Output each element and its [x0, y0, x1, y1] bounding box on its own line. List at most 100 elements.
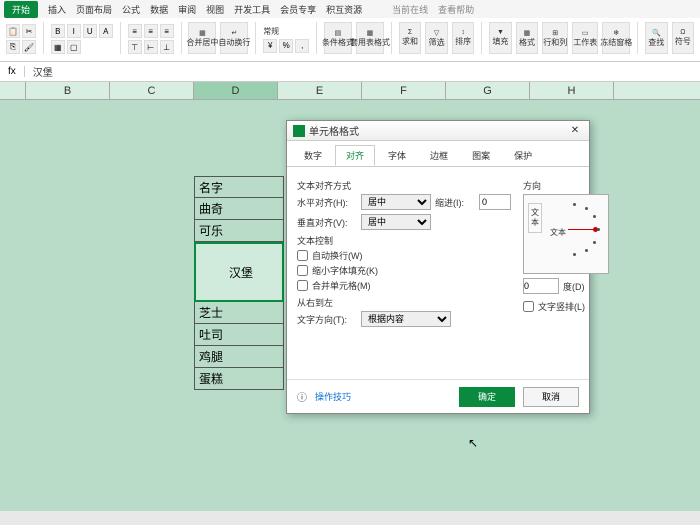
font-color-icon[interactable]: A	[99, 24, 113, 38]
tips-link[interactable]: 操作技巧	[315, 390, 351, 403]
number-format[interactable]: 常规	[263, 26, 309, 37]
cell[interactable]: 可乐	[194, 220, 284, 242]
v-align-select[interactable]: 居中	[361, 214, 431, 230]
degree-label: 度(D)	[563, 280, 585, 293]
bold-icon[interactable]: B	[51, 24, 65, 38]
orientation-box[interactable]: 文本 文本	[523, 194, 609, 274]
border-icon[interactable]: ▢	[67, 40, 81, 54]
underline-icon[interactable]: U	[83, 24, 97, 38]
h-align-select[interactable]: 居中	[361, 194, 431, 210]
tab-protect[interactable]: 保护	[503, 145, 543, 166]
align-bot-icon[interactable]: ⊥	[160, 40, 174, 54]
fill-color-icon[interactable]: ▦	[51, 40, 65, 54]
col-header-f[interactable]: F	[362, 82, 446, 99]
brush-icon[interactable]: 🖌	[22, 40, 36, 54]
format-button[interactable]: ▦格式	[516, 22, 539, 54]
v-align-label: 垂直对齐(V):	[297, 216, 357, 229]
cursor-icon: ↖	[468, 436, 478, 450]
cell[interactable]: 名字	[194, 176, 284, 198]
filter-button[interactable]: ▽筛选	[425, 22, 448, 54]
indent-input[interactable]	[479, 194, 511, 210]
tab-border[interactable]: 边框	[419, 145, 459, 166]
italic-icon[interactable]: I	[67, 24, 81, 38]
tab-formula[interactable]: 公式	[122, 3, 140, 16]
sum-button[interactable]: Σ求和	[399, 22, 422, 54]
search-hint[interactable]: 查看帮助	[438, 3, 474, 16]
align-right-icon[interactable]: ≡	[160, 24, 174, 38]
col-header-h[interactable]: H	[530, 82, 614, 99]
help-icon[interactable]: ⓘ	[297, 389, 307, 404]
cell[interactable]: 曲奇	[194, 198, 284, 220]
tab-layout[interactable]: 页面布局	[76, 3, 112, 16]
percent-icon[interactable]: %	[279, 39, 293, 53]
degree-input[interactable]	[523, 278, 559, 294]
copy-icon[interactable]: ⎘	[6, 40, 20, 54]
wrap-button[interactable]: ↵自动换行	[220, 22, 248, 54]
stack-checkbox[interactable]	[523, 301, 534, 312]
col-header-c[interactable]: C	[110, 82, 194, 99]
tab-alignment[interactable]: 对齐	[335, 145, 375, 166]
rowcol-button[interactable]: ⊞行和列	[542, 22, 568, 54]
orient-sample-text: 文本	[550, 227, 566, 238]
h-align-label: 水平对齐(H):	[297, 196, 357, 209]
tab-font[interactable]: 字体	[377, 145, 417, 166]
merge-checkbox[interactable]	[297, 280, 308, 291]
wrap-label: 自动换行(W)	[312, 249, 363, 262]
cell[interactable]: 蛋糕	[194, 368, 284, 390]
tab-resource[interactable]: 积互资源	[326, 3, 362, 16]
dialog-title: 单元格格式	[309, 123, 359, 138]
sheet-button[interactable]: ▭工作表	[572, 22, 598, 54]
tab-insert[interactable]: 插入	[48, 3, 66, 16]
paste-icon[interactable]: 📋	[6, 24, 20, 38]
align-left-icon[interactable]: ≡	[128, 24, 142, 38]
merge-button[interactable]: ▦合并居中	[188, 22, 216, 54]
table-format-button[interactable]: ▦套用表格式	[356, 22, 384, 54]
col-header-d[interactable]: D	[194, 82, 278, 99]
comma-icon[interactable]: ,	[295, 39, 309, 53]
currency-icon[interactable]: ¥	[263, 39, 277, 53]
indent-label: 缩进(I):	[435, 196, 475, 209]
freeze-button[interactable]: ❄冻结窗格	[602, 22, 630, 54]
col-header-g[interactable]: G	[446, 82, 530, 99]
dialog-tabs: 数字 对齐 字体 边框 图案 保护	[287, 141, 589, 167]
cell[interactable]: 吐司	[194, 324, 284, 346]
dialog-titlebar[interactable]: 单元格格式 ✕	[287, 121, 589, 141]
tab-start[interactable]: 开始	[4, 1, 38, 18]
col-header-e[interactable]: E	[278, 82, 362, 99]
tab-pattern[interactable]: 图案	[461, 145, 501, 166]
find-button[interactable]: 🔍查找	[645, 22, 668, 54]
tab-view[interactable]: 视图	[206, 3, 224, 16]
select-all-corner[interactable]	[0, 82, 26, 99]
align-top-icon[interactable]: ⊤	[128, 40, 142, 54]
cell[interactable]: 芝士	[194, 302, 284, 324]
fx-label[interactable]: fx	[0, 66, 25, 77]
align-center-icon[interactable]: ≡	[144, 24, 158, 38]
tab-review[interactable]: 审阅	[178, 3, 196, 16]
tab-vip[interactable]: 会员专享	[280, 3, 316, 16]
col-header-b[interactable]: B	[26, 82, 110, 99]
active-cell[interactable]: 汉堡	[194, 242, 284, 302]
tab-number[interactable]: 数字	[293, 145, 333, 166]
stack-label: 文字竖排(L)	[538, 300, 585, 313]
cancel-button[interactable]: 取消	[523, 387, 579, 407]
close-icon[interactable]: ✕	[567, 125, 583, 136]
direction-label: 文字方向(T):	[297, 313, 357, 326]
wrap-checkbox[interactable]	[297, 250, 308, 261]
shrink-checkbox[interactable]	[297, 265, 308, 276]
fill-button[interactable]: ▼填充	[489, 22, 512, 54]
tab-data[interactable]: 数据	[150, 3, 168, 16]
cell[interactable]: 鸡腿	[194, 346, 284, 368]
direction-select[interactable]: 根据内容	[361, 311, 451, 327]
merge-label: 合并单元格(M)	[312, 279, 371, 292]
orientation-dial[interactable]: 文本	[546, 201, 602, 257]
align-mid-icon[interactable]: ⊢	[144, 40, 158, 54]
cut-icon[interactable]: ✂	[22, 24, 36, 38]
sort-button[interactable]: ↕排序	[452, 22, 475, 54]
formula-content[interactable]: 汉堡	[25, 64, 61, 79]
symbol-button[interactable]: Ω符号	[672, 22, 695, 54]
cond-format-button[interactable]: ▤条件格式	[324, 22, 352, 54]
vertical-text-button[interactable]: 文本	[528, 203, 542, 233]
ok-button[interactable]: 确定	[459, 387, 515, 407]
tab-dev[interactable]: 开发工具	[234, 3, 270, 16]
menu-bar: 开始 插入 页面布局 公式 数据 审阅 视图 开发工具 会员专享 积互资源 当前…	[0, 0, 700, 18]
